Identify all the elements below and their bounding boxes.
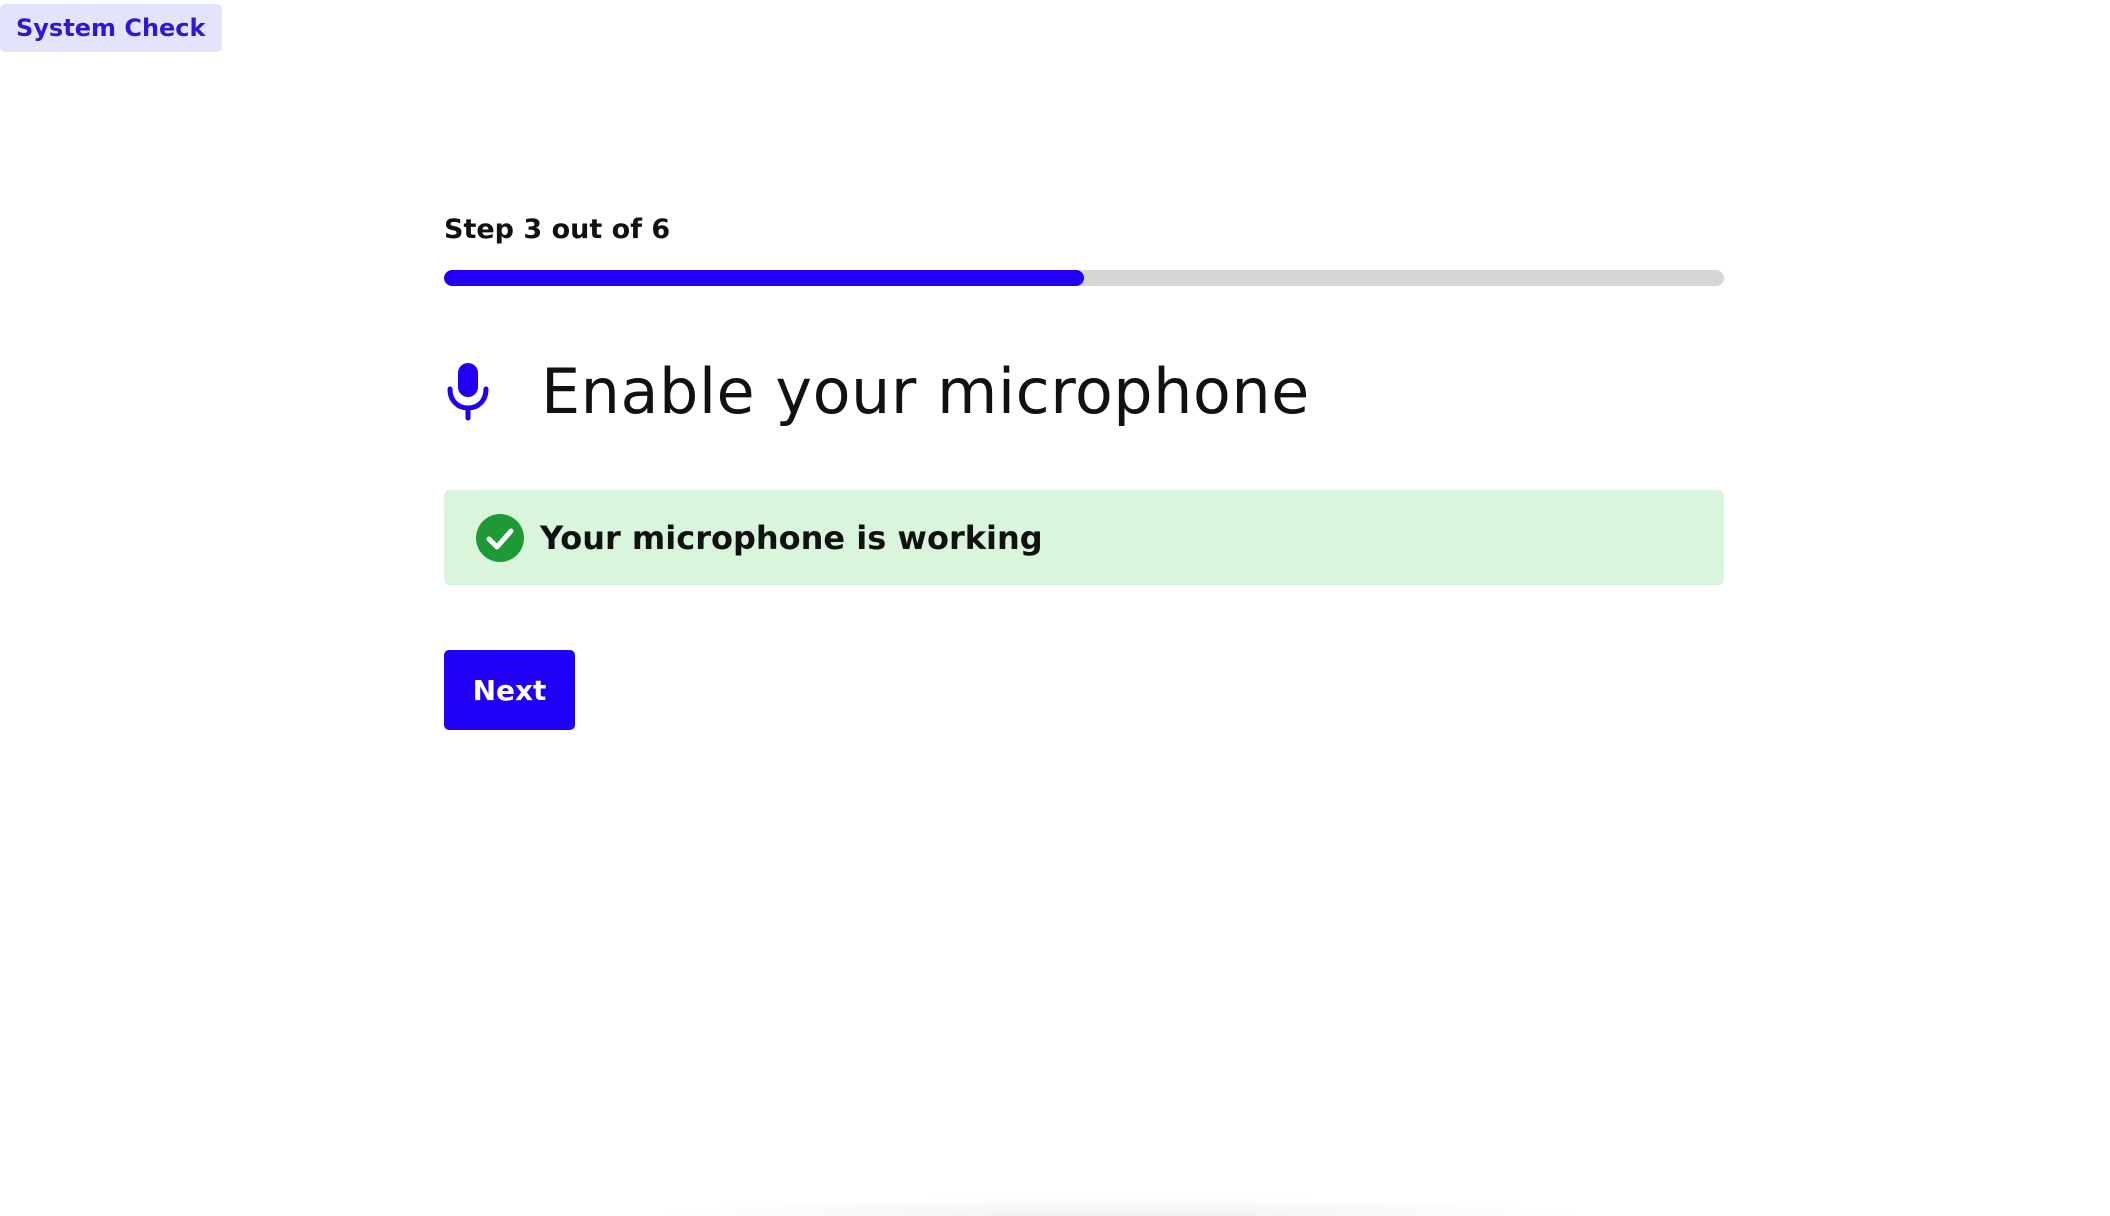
bottom-shadow [640,1196,1600,1216]
progress-bar [444,270,1724,286]
main-content: Step 3 out of 6 Enable your microphone Y… [444,210,1724,730]
progress-bar-fill [444,270,1084,286]
heading-row: Enable your microphone [444,348,1724,434]
microphone-icon [444,361,492,421]
system-check-page: System Check Step 3 out of 6 Enable your… [0,0,2110,1216]
check-circle-icon [476,513,524,562]
page-title: Enable your microphone [541,354,1310,428]
step-indicator: Step 3 out of 6 [444,214,671,245]
status-message: Your microphone is working [540,518,1043,557]
status-banner: Your microphone is working [444,490,1724,585]
system-check-badge: System Check [0,4,222,52]
next-button[interactable]: Next [444,650,575,730]
